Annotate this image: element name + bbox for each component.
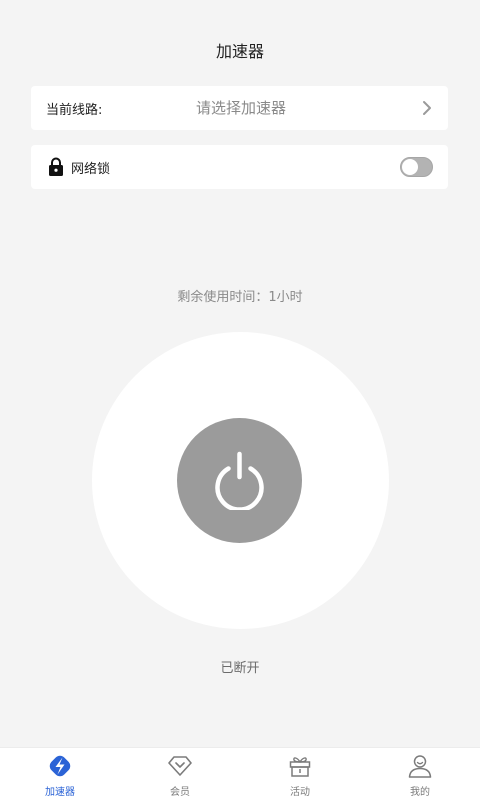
vip-diamond-icon	[168, 756, 192, 776]
user-icon	[408, 755, 432, 778]
tab-label: 活动	[290, 787, 310, 798]
network-lock-row: 网络锁	[31, 145, 448, 189]
gift-icon	[289, 757, 311, 777]
lock-icon	[49, 157, 63, 176]
network-lock-toggle[interactable]	[400, 157, 433, 177]
bottom-tab-bar: 加速器 会员 活动 我的	[0, 747, 480, 800]
accelerator-select-placeholder[interactable]: 请选择加速器	[196, 97, 286, 118]
tab-label: 会员	[170, 787, 190, 798]
tab-label: 加速器	[45, 787, 75, 798]
page-title: 加速器	[215, 42, 264, 61]
remaining-time-text: 剩余使用时间：1小时	[177, 290, 303, 305]
connection-status: 已断开	[220, 661, 260, 676]
tab-accelerator[interactable]: 加速器	[0, 748, 120, 800]
current-line-label: 当前线路:	[46, 103, 103, 118]
lightning-icon	[49, 755, 71, 777]
network-lock-label: 网络锁	[71, 162, 111, 177]
toggle-knob	[402, 159, 418, 175]
power-button[interactable]	[177, 418, 302, 543]
chevron-right-icon	[423, 101, 431, 115]
line-selector[interactable]: 当前线路: 请选择加速器	[31, 86, 448, 130]
tab-vip[interactable]: 会员	[120, 748, 240, 800]
tab-label: 我的	[410, 787, 430, 798]
tab-mine[interactable]: 我的	[360, 748, 480, 800]
power-icon	[215, 451, 264, 510]
tab-activity[interactable]: 活动	[240, 748, 360, 800]
